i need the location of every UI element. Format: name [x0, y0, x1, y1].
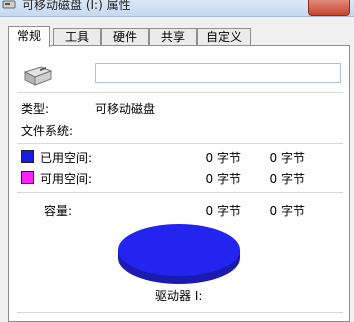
tab-general[interactable]: 常规: [8, 26, 50, 47]
removable-drive-icon: [2, 0, 16, 9]
window-title: 可移动磁盘 (I:) 属性: [22, 0, 131, 12]
close-button[interactable]: [308, 0, 350, 16]
type-value: 可移动磁盘: [95, 102, 156, 116]
title-bar: 可移动磁盘 (I:) 属性: [0, 0, 354, 17]
tab-strip: 常规 工具 硬件 共享 自定义: [8, 26, 348, 47]
free-space-swatch: [21, 171, 34, 184]
used-space-label: 已用空间:: [40, 151, 93, 165]
divider: [17, 92, 343, 93]
divider: [17, 312, 343, 313]
drive-label: 驱动器 I:: [155, 289, 203, 303]
capacity-label: 容量:: [44, 204, 73, 218]
general-panel: 类型: 可移动磁盘 文件系统: 已用空间: 0 字节 0 字节 可用空间: 0 …: [8, 45, 350, 322]
free-space-size: 0 字节: [269, 172, 305, 186]
filesystem-label: 文件系统:: [21, 124, 74, 138]
disk-usage-pie: [118, 224, 240, 284]
divider: [17, 192, 343, 193]
pie-top: [118, 224, 240, 276]
capacity-size: 0 字节: [269, 204, 305, 218]
tab-sharing[interactable]: 共享: [149, 28, 197, 45]
tab-tools[interactable]: 工具: [53, 28, 101, 45]
tab-hardware[interactable]: 硬件: [101, 28, 149, 45]
tab-customize[interactable]: 自定义: [197, 28, 251, 45]
free-space-label: 可用空间:: [40, 172, 93, 186]
volume-name-input[interactable]: [95, 63, 341, 83]
divider: [17, 143, 343, 144]
used-space-bytes: 0 字节: [205, 151, 241, 165]
used-space-swatch: [21, 150, 34, 163]
free-space-bytes: 0 字节: [205, 172, 241, 186]
type-label: 类型:: [21, 102, 50, 116]
removable-drive-icon: [23, 66, 53, 86]
capacity-bytes: 0 字节: [205, 204, 241, 218]
used-space-size: 0 字节: [269, 151, 305, 165]
